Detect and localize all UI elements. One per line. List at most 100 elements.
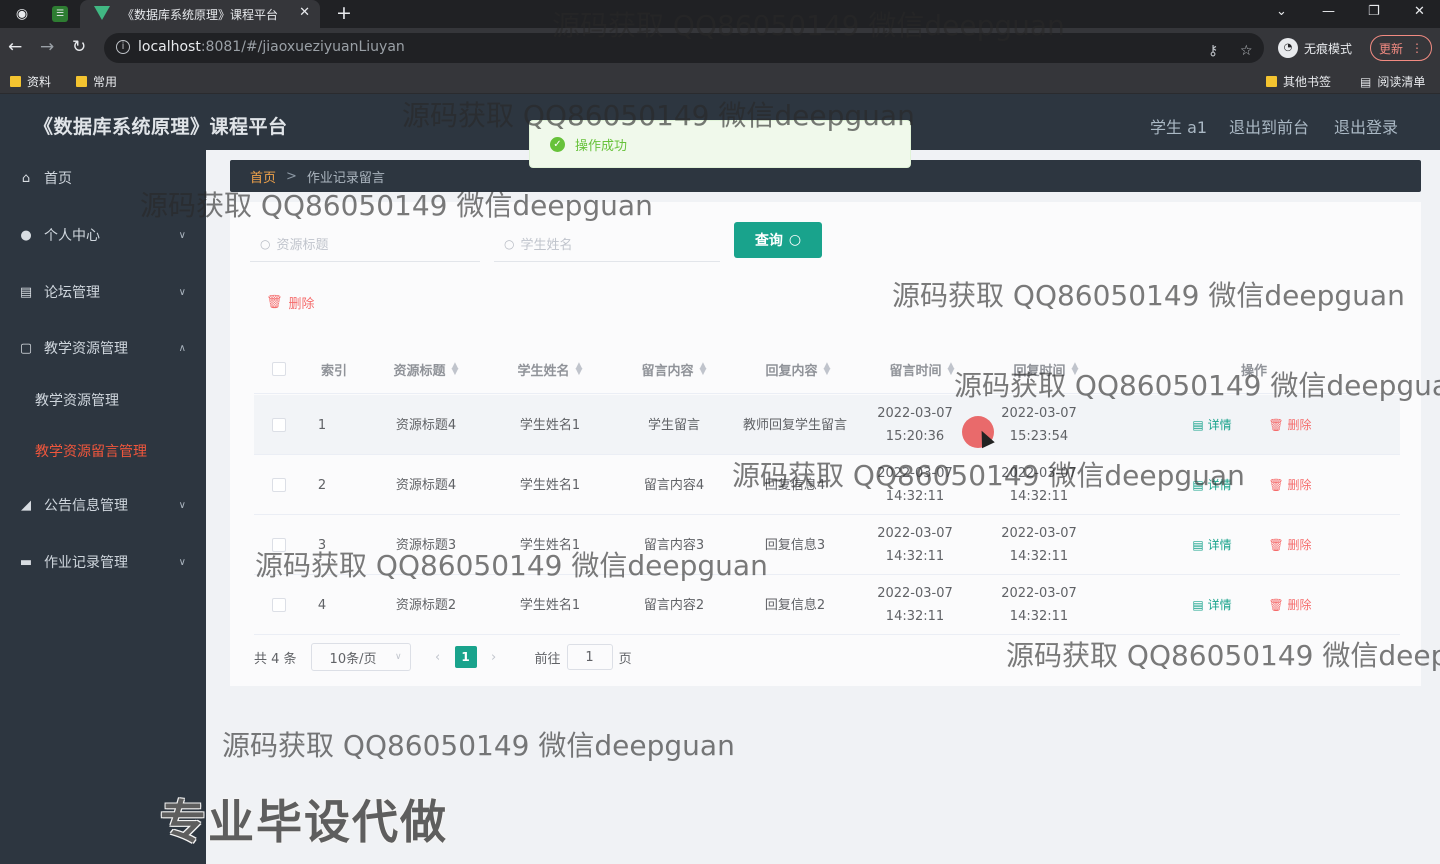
col-reply[interactable]: 回复内容 ▲ ▼ [736, 344, 860, 394]
search-icon: ○ [260, 236, 271, 251]
sidebar-item-home[interactable]: ⌂ 首页 [0, 150, 206, 206]
detail-button[interactable]: ▤ 详情 [1184, 395, 1240, 455]
back-icon[interactable]: ← [8, 37, 22, 57]
cell-content: 学生留言 [647, 417, 700, 433]
batch-delete-button[interactable]: 🗑 删除 [266, 292, 315, 312]
sidebar-item-forum[interactable]: ▤ 论坛管理 ∨ [0, 264, 206, 320]
current-user: 学生 a1 [1150, 118, 1208, 137]
detail-button[interactable]: ▤ 详情 [1184, 515, 1240, 575]
reading-list[interactable]: ▤ 阅读清单 [1360, 73, 1425, 90]
next-page-icon[interactable]: › [483, 646, 505, 668]
forward-icon[interactable]: → [40, 37, 54, 57]
cell-reply: 回复信息4 [764, 477, 826, 493]
col-created[interactable]: 留言时间 ▲ ▼ [860, 344, 984, 394]
chevron-down-icon: ∨ [178, 556, 186, 568]
detail-button[interactable]: ▤ 详情 [1184, 455, 1240, 515]
sidebar-item-profile[interactable]: ● 个人中心 ∨ [0, 207, 206, 263]
incognito-icon: ◔ [1278, 38, 1298, 58]
sort-icon[interactable]: ▲ ▼ [824, 362, 831, 377]
page-1-button[interactable]: 1 [454, 646, 477, 668]
browser-tabbar: ◉ ☰ 《数据库系统原理》课程平台 ✕ + ⌄ — ❐ ✕ [0, 0, 1440, 28]
table-header: 索引 资源标题 ▲ ▼ 学生姓名 ▲ ▼ 留言内容 ▲ ▼ 回复内容 ▲ ▼ 留言时间 ▲ ▼ 回复… [254, 344, 1400, 394]
delete-button[interactable]: 🗑 删除 [1262, 575, 1318, 635]
row-checkbox[interactable] [254, 575, 304, 635]
tab-close-icon[interactable]: ✕ [299, 5, 310, 20]
col-title[interactable]: 资源标题 ▲ ▼ [364, 344, 488, 394]
logout-link[interactable]: 退出登录 [1334, 114, 1398, 138]
window-close-icon[interactable]: ✕ [1414, 4, 1425, 19]
bookmark-folder-2[interactable]: 常用 [76, 73, 117, 90]
cell-reply: 教师回复学生留言 [742, 417, 847, 433]
col-name[interactable]: 学生姓名 ▲ ▼ [488, 344, 612, 394]
cell-title: 资源标题4 [395, 417, 457, 433]
back-to-front-link[interactable]: 退出到前台 [1229, 114, 1309, 138]
pinned-tab-icon[interactable]: ☰ [52, 6, 68, 22]
app-brand: 《数据库系统原理》课程平台 [34, 116, 288, 138]
sort-icon[interactable]: ▲ ▼ [576, 362, 583, 377]
col-replied[interactable]: 回复时间 ▲ ▼ [984, 344, 1108, 394]
sidebar-subitem-resources[interactable]: 教学资源管理 [0, 375, 206, 425]
goto-page-input[interactable]: 1 [566, 644, 613, 670]
incognito-badge[interactable]: ◔ 无痕模式 [1278, 34, 1352, 62]
cell-replied: 2022-03-07 14:32:11 [1001, 586, 1077, 624]
minimize-icon[interactable]: — [1322, 4, 1335, 19]
cell-content: 留言内容4 [643, 477, 705, 493]
student-name-input[interactable]: ○ 学生姓名 [494, 226, 720, 262]
key-icon[interactable]: ⚷ [1208, 43, 1218, 59]
col-content[interactable]: 留言内容 ▲ ▼ [612, 344, 736, 394]
sidebar-item-homework[interactable]: ▬ 作业记录管理 ∨ [0, 534, 206, 590]
reload-icon[interactable]: ↻ [72, 37, 86, 57]
sidebar-subitem-resource-messages[interactable]: 教学资源留言管理 [0, 426, 206, 476]
restore-icon[interactable]: ❐ [1368, 4, 1380, 19]
row-checkbox[interactable] [254, 515, 304, 575]
sidebar-item-notices[interactable]: ◢ 公告信息管理 ∨ [0, 477, 206, 533]
url-field[interactable]: i localhost:8081/#/jiaoxueziyuanLiuyan ⚷… [104, 33, 1264, 63]
folder-icon [1266, 76, 1277, 87]
detail-button[interactable]: ▤ 详情 [1184, 575, 1240, 635]
list-panel: ○ 资源标题 ○ 学生姓名 查询 ○ 🗑 删除 索引 资源标题 ▲ ▼ 学生姓名 ▲ ▼… [230, 202, 1421, 686]
select-all-checkbox[interactable] [254, 344, 304, 394]
cell-name: 学生姓名1 [519, 477, 581, 493]
chevron-up-icon: ∧ [178, 342, 186, 354]
sort-icon[interactable]: ▲ ▼ [452, 362, 459, 377]
other-bookmarks[interactable]: 其他书签 [1266, 73, 1331, 90]
chevron-down-icon: ∨ [178, 499, 186, 511]
row-checkbox[interactable] [254, 395, 304, 455]
user-icon: ● [20, 227, 32, 243]
folder-icon [76, 76, 87, 87]
breadcrumb-home[interactable]: 首页 [250, 167, 276, 186]
chevron-down-icon: ∨ [394, 652, 402, 662]
reading-list-icon: ▤ [1360, 74, 1372, 89]
prev-page-icon[interactable]: ‹ [427, 646, 449, 668]
search-icon: ○ [504, 236, 515, 251]
col-actions: 操作 [1240, 363, 1267, 379]
cell-title: 资源标题3 [395, 537, 457, 553]
bookmark-folder-1[interactable]: 资料 [10, 73, 51, 90]
page-size-select[interactable]: 10条/页 ∨ [310, 643, 411, 671]
delete-button[interactable]: 🗑 删除 [1262, 395, 1318, 455]
cell-created: 2022-03-07 14:32:11 [877, 466, 953, 504]
cell-replied: 2022-03-07 14:32:11 [1001, 466, 1077, 504]
sort-icon[interactable]: ▲ ▼ [948, 362, 955, 377]
row-checkbox[interactable] [254, 455, 304, 515]
tab-search-icon[interactable]: ⌄ [1276, 4, 1287, 19]
goto-suffix: 页 [618, 651, 632, 667]
update-button[interactable]: 更新 ⋮ [1370, 35, 1432, 61]
site-info-icon[interactable]: i [116, 40, 130, 54]
cell-name: 学生姓名1 [519, 597, 581, 613]
promo-overlay: 专业毕设代做 [160, 795, 448, 849]
delete-button[interactable]: 🗑 删除 [1262, 455, 1318, 515]
cell-index: 4 [317, 597, 327, 613]
sidebar-item-teaching-resources[interactable]: ▢ 教学资源管理 ∧ [0, 320, 206, 376]
cell-title: 资源标题2 [395, 597, 457, 613]
resource-title-input[interactable]: ○ 资源标题 [250, 226, 480, 262]
goto-label: 前往 [534, 651, 561, 667]
sort-icon[interactable]: ▲ ▼ [700, 362, 707, 377]
tab-active[interactable]: 《数据库系统原理》课程平台 ✕ [80, 0, 320, 28]
chevron-down-icon: ∨ [178, 229, 186, 241]
bookmark-star-icon[interactable]: ☆ [1240, 43, 1253, 59]
new-tab-icon[interactable]: + [336, 2, 352, 24]
sort-icon[interactable]: ▲ ▼ [1072, 362, 1079, 377]
delete-button[interactable]: 🗑 删除 [1262, 515, 1318, 575]
query-button[interactable]: 查询 ○ [734, 222, 822, 258]
